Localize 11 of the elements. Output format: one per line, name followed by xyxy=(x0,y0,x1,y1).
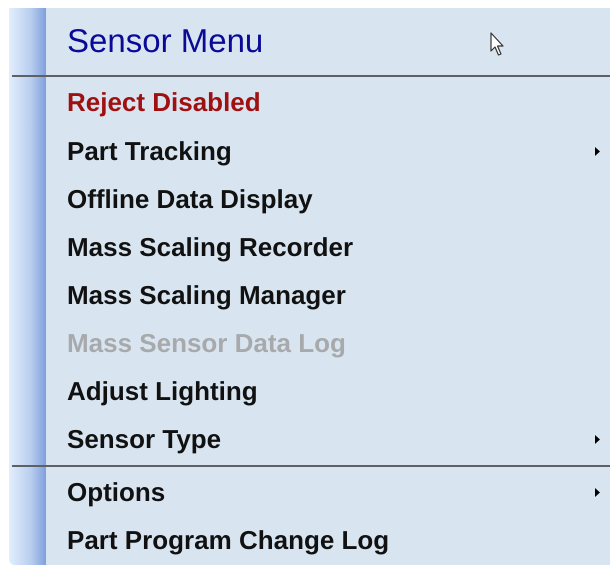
menu-item[interactable]: Mass Scaling Manager xyxy=(46,271,610,320)
menu-item[interactable]: Offline Data Display xyxy=(46,175,610,224)
menu-item[interactable]: Sensor Type xyxy=(46,416,610,464)
menu-item[interactable]: Part Tracking xyxy=(46,127,610,176)
menu-item[interactable]: Options xyxy=(46,468,610,517)
mouse-pointer-icon xyxy=(490,32,506,57)
menu-item[interactable]: Adjust Lighting xyxy=(46,368,610,416)
menu-item[interactable]: Mass Scaling Recorder xyxy=(46,223,610,272)
menu-title: Sensor Menu xyxy=(67,22,264,60)
menu-item[interactable]: Reject Disabled xyxy=(46,78,610,127)
menu-item[interactable]: Part Program Change Log xyxy=(46,516,610,565)
